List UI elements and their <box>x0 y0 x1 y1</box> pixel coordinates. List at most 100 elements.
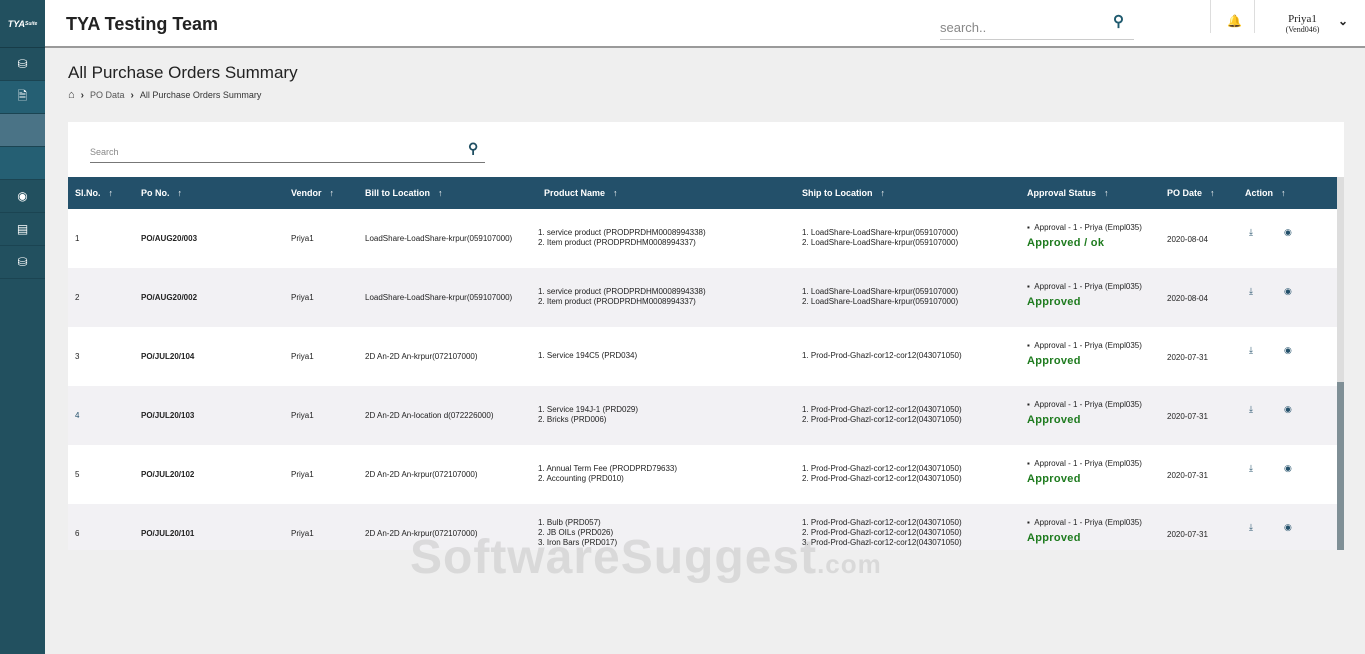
eye-icon[interactable]: ◉ <box>1284 522 1292 533</box>
user-menu[interactable]: Priya1 (Vend046) <box>1275 13 1330 34</box>
column-header[interactable]: Vendor ↑ <box>291 188 334 198</box>
column-header[interactable]: PO Date ↑ <box>1167 188 1215 198</box>
status-badge: Approved <box>1027 355 1081 367</box>
sort-arrow-icon[interactable]: ↑ <box>881 188 886 198</box>
search-icon[interactable]: ⚲ <box>468 140 478 157</box>
product-item: 1. service product (PRODPRDHM0008994338) <box>538 228 706 237</box>
eye-icon[interactable]: ◉ <box>1284 227 1292 238</box>
download-icon[interactable]: ⤓ <box>1249 227 1253 238</box>
table-row[interactable]: 2 PO/AUG20/002 Priya1 LoadShare-LoadShar… <box>68 268 1337 327</box>
search-icon[interactable]: ⚲ <box>1113 12 1124 30</box>
sort-arrow-icon[interactable]: ↑ <box>178 188 183 198</box>
po-number[interactable]: PO/JUL20/102 <box>141 470 194 480</box>
sort-arrow-icon[interactable]: ↑ <box>109 188 114 198</box>
table-row[interactable]: 4 PO/JUL20/103 Priya1 2D An-2D An-locati… <box>68 386 1337 445</box>
table-search-input[interactable]: Search <box>90 142 485 163</box>
approval-status: ▪ Approval - 1 - Priya (Empl035) Approve… <box>1027 459 1142 485</box>
po-number[interactable]: PO/JUL20/103 <box>141 411 194 421</box>
home-icon[interactable]: ⌂ <box>68 89 75 101</box>
vendor: Priya1 <box>291 234 314 243</box>
column-label: Bill to Location <box>365 188 430 198</box>
sort-arrow-icon[interactable]: ↑ <box>438 188 443 198</box>
bill-to-location: LoadShare-LoadShare-krpur(059107000) <box>365 234 513 243</box>
sidebar-item-documents[interactable]: 🗎 <box>0 81 45 114</box>
product-list: 1. Service 194J-1 (PRD029) 2. Bricks (PRD… <box>538 405 638 425</box>
eye-icon[interactable]: ◉ <box>1284 404 1292 415</box>
ship-location-list: 1. Prod-Prod-Ghazl-cor12-cor12(043071050… <box>802 351 962 361</box>
download-icon[interactable]: ⤓ <box>1249 404 1253 415</box>
column-header[interactable]: Bill to Location ↑ <box>365 188 443 198</box>
breadcrumb-po-data[interactable]: PO Data <box>90 90 125 100</box>
po-date: 2020-07-31 <box>1167 471 1208 480</box>
user-name: Priya1 <box>1288 13 1317 25</box>
ship-location-item: 2. LoadShare-LoadShare-krpur(059107000) <box>802 297 959 306</box>
column-header[interactable]: Sl.No. ↑ <box>75 188 113 198</box>
sidebar-item-database-edit[interactable]: ⛁ <box>0 246 45 279</box>
column-label: Action <box>1245 188 1273 198</box>
sidebar: TYA Suite ⛁ 🗎 ◉ ▤ ⛁ <box>0 0 45 654</box>
download-icon[interactable]: ⤓ <box>1249 522 1253 533</box>
product-list: 1. Annual Term Fee (PRODPRD79633) 2. Acco… <box>538 464 677 484</box>
po-number[interactable]: PO/JUL20/101 <box>141 529 194 539</box>
ship-location-item: 2. LoadShare-LoadShare-krpur(059107000) <box>802 238 959 247</box>
ship-location-list: 1. LoadShare-LoadShare-krpur(059107000) 2… <box>802 228 958 248</box>
eye-icon[interactable]: ◉ <box>1284 345 1292 356</box>
sort-arrow-icon[interactable]: ↑ <box>613 188 618 198</box>
sl-no: 4 <box>75 411 80 420</box>
sl-no: 3 <box>75 352 80 361</box>
download-icon[interactable]: ⤓ <box>1249 345 1253 356</box>
table-row[interactable]: 3 PO/JUL20/104 Priya1 2D An-2D An-krpur(… <box>68 327 1337 386</box>
po-number[interactable]: PO/AUG20/003 <box>141 234 197 244</box>
status-badge: Approved <box>1027 414 1081 426</box>
scrollbar[interactable] <box>1337 177 1344 550</box>
sidebar-item-receipt[interactable]: ▤ <box>0 213 45 246</box>
approval-status: ▪ Approval - 1 - Priya (Empl035) Approve… <box>1027 223 1142 249</box>
po-date: 2020-08-04 <box>1167 235 1208 244</box>
scrollbar-thumb[interactable] <box>1337 382 1344 550</box>
sort-arrow-icon[interactable]: ↑ <box>1104 188 1109 198</box>
sidebar-item-database[interactable]: ⛁ <box>0 48 45 81</box>
chevron-down-icon[interactable]: ⌄ <box>1338 14 1348 28</box>
vendor: Priya1 <box>291 470 314 479</box>
database-icon: ⛁ <box>17 57 28 71</box>
download-icon[interactable]: ⤓ <box>1249 463 1253 474</box>
logo[interactable]: TYA Suite <box>0 0 45 48</box>
approval-status: ▪ Approval - 1 - Priya (Empl035) Approve… <box>1027 518 1142 544</box>
table-row[interactable]: 5 PO/JUL20/102 Priya1 2D An-2D An-krpur(… <box>68 445 1337 504</box>
bell-icon[interactable]: 🔔 <box>1227 14 1242 28</box>
status-badge: Approved <box>1027 473 1081 485</box>
sort-arrow-icon[interactable]: ↑ <box>1281 188 1286 198</box>
column-label: Vendor <box>291 188 322 198</box>
po-number[interactable]: PO/AUG20/002 <box>141 293 197 303</box>
approver: Approval - 1 - Priya (Empl035) <box>1034 282 1142 291</box>
sort-arrow-icon[interactable]: ↑ <box>1210 188 1215 198</box>
approver: Approval - 1 - Priya (Empl035) <box>1034 459 1142 468</box>
vendor: Priya1 <box>291 352 314 361</box>
column-header[interactable]: Product Name ↑ <box>544 188 618 198</box>
product-item: 2. Accounting (PRD010) <box>538 474 624 483</box>
column-label: Po No. <box>141 188 170 198</box>
table-row[interactable]: 1 PO/AUG20/003 Priya1 LoadShare-LoadShar… <box>68 209 1337 268</box>
product-item: 1. Annual Term Fee (PRODPRD79633) <box>538 464 678 473</box>
ship-location-item: 1. LoadShare-LoadShare-krpur(059107000) <box>802 287 959 296</box>
sidebar-subitem-2[interactable] <box>0 147 45 180</box>
location-user-icon: ◉ <box>17 189 28 203</box>
eye-icon[interactable]: ◉ <box>1284 463 1292 474</box>
sidebar-subitem-1[interactable] <box>0 114 45 147</box>
global-search-input[interactable]: search.. <box>940 17 1134 40</box>
column-header[interactable]: Approval Status ↑ <box>1027 188 1109 198</box>
sidebar-item-location[interactable]: ◉ <box>0 180 45 213</box>
sl-no: 6 <box>75 529 80 538</box>
bill-to-location: LoadShare-LoadShare-krpur(059107000) <box>365 293 513 302</box>
column-header[interactable]: Ship to Location ↑ <box>802 188 885 198</box>
column-header[interactable]: Po No. ↑ <box>141 188 182 198</box>
column-header[interactable]: Action ↑ <box>1245 188 1286 198</box>
ship-location-item: 1. Prod-Prod-Ghazl-cor12-cor12(043071050… <box>802 405 962 414</box>
po-date: 2020-07-31 <box>1167 353 1208 362</box>
download-icon[interactable]: ⤓ <box>1249 286 1253 297</box>
divider <box>1210 0 1211 33</box>
eye-icon[interactable]: ◉ <box>1284 286 1292 297</box>
po-number[interactable]: PO/JUL20/104 <box>141 352 194 362</box>
chevron-right-icon: › <box>80 89 84 101</box>
sort-arrow-icon[interactable]: ↑ <box>330 188 335 198</box>
